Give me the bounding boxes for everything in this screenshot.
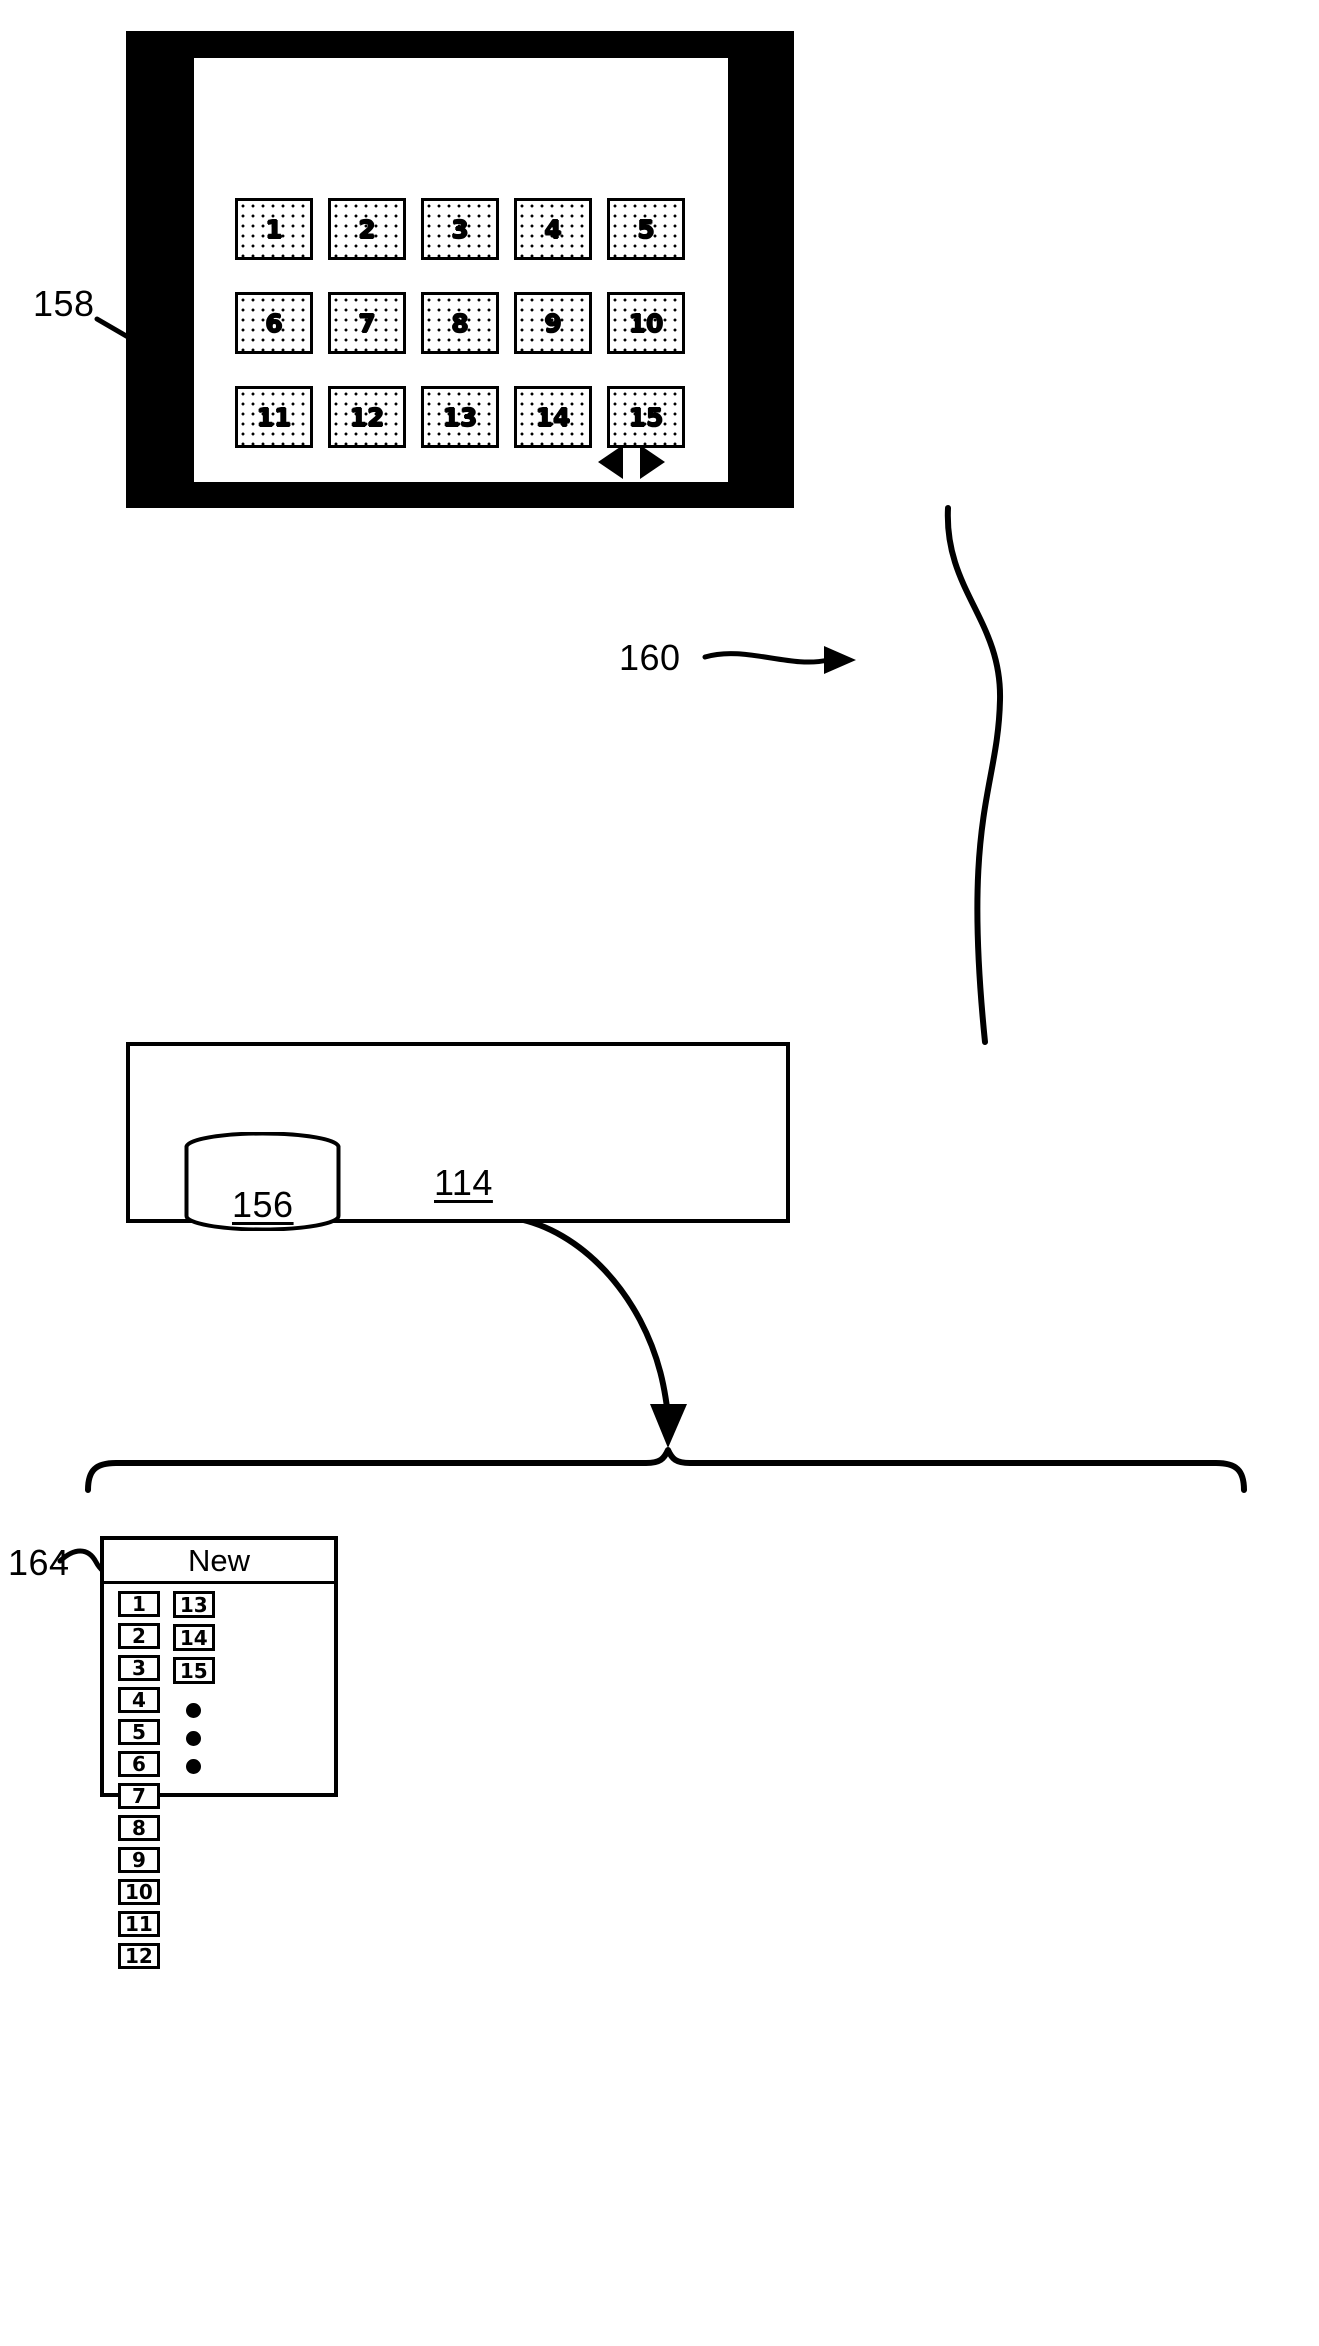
list-item[interactable]: 9 [118, 1847, 160, 1873]
tile[interactable]: 7 [328, 292, 406, 354]
triangle-right-icon[interactable] [640, 445, 665, 479]
list-item-label: 3 [131, 1656, 146, 1680]
list-item-label: 4 [131, 1688, 146, 1712]
grouping-brace [85, 1447, 1247, 1493]
panel-title: New [187, 1543, 250, 1578]
list-item[interactable]: 7 [118, 1783, 160, 1809]
tile-label: 9 [544, 308, 562, 338]
tile[interactable]: 13 [421, 386, 499, 448]
ellipsis-dot [186, 1703, 202, 1718]
ref-label-156: 156 [232, 1184, 294, 1225]
tile-label: 5 [637, 214, 655, 244]
tile-label: 4 [544, 214, 562, 244]
device-server-cable [944, 505, 1004, 1045]
tile-label: 14 [535, 402, 571, 432]
tile[interactable]: 3 [421, 198, 499, 260]
list-item[interactable]: 5 [118, 1719, 160, 1745]
list-item[interactable]: 1 [118, 1591, 160, 1617]
list-item[interactable]: 11 [118, 1911, 160, 1937]
tile-label: 8 [451, 308, 469, 338]
list-item-label: 6 [131, 1752, 146, 1776]
list-item[interactable]: 3 [118, 1655, 160, 1681]
panel-header: New [104, 1540, 334, 1584]
list-item-label: 1 [131, 1592, 146, 1616]
tile[interactable]: 11 [235, 386, 313, 448]
list-column-right: 13 14 15 [172, 1591, 215, 1793]
ref-label-114: 114 [434, 1162, 493, 1203]
list-item-label: 13 [179, 1592, 208, 1617]
new-items-panel: New 1 2 3 4 5 6 7 8 9 10 11 12 13 14 15 [100, 1536, 338, 1969]
list-item-label: 15 [179, 1658, 208, 1683]
tile[interactable]: 14 [514, 386, 592, 448]
tile-label: 15 [628, 402, 664, 432]
tile[interactable]: 2 [328, 198, 406, 260]
tile[interactable]: 4 [514, 198, 592, 260]
tile-label: 7 [358, 308, 376, 338]
list-item[interactable]: 8 [118, 1815, 160, 1841]
list-item[interactable]: 4 [118, 1687, 160, 1713]
tile[interactable]: 12 [328, 386, 406, 448]
tile-label: 10 [628, 308, 664, 338]
list-item[interactable]: 15 [172, 1657, 215, 1684]
database-to-list-arrowhead [650, 1404, 687, 1448]
list-item[interactable]: 13 [172, 1591, 215, 1618]
tile-label: 11 [256, 402, 292, 432]
list-item-label: 11 [125, 1912, 153, 1936]
tile-label: 12 [349, 402, 385, 432]
tile-grid: 1 2 3 4 5 6 7 8 9 10 11 12 13 14 15 [235, 198, 687, 448]
display-screen: 1 2 3 4 5 6 7 8 9 10 11 12 13 14 15 [194, 58, 728, 482]
tile-label: 13 [442, 402, 478, 432]
list-item[interactable]: 12 [118, 1943, 160, 1969]
tile-label: 6 [265, 308, 283, 338]
list-item-label: 2 [131, 1624, 146, 1648]
tile-label: 3 [451, 214, 469, 244]
tile[interactable]: 10 [607, 292, 685, 354]
list-item-label: 12 [125, 1944, 153, 1968]
triangle-left-icon[interactable] [598, 445, 623, 479]
tile-label: 1 [265, 214, 283, 244]
tile-label: 2 [358, 214, 376, 244]
vertical-ellipsis-icon [173, 1703, 215, 1774]
ellipsis-dot [186, 1759, 202, 1774]
panel-body: 1 2 3 4 5 6 7 8 9 10 11 12 13 14 15 [104, 1584, 334, 1969]
list-item[interactable]: 2 [118, 1623, 160, 1649]
ref-label-158: 158 [33, 283, 95, 324]
list-item-label: 5 [131, 1720, 146, 1744]
ref-label-160: 160 [619, 637, 681, 678]
tile[interactable]: 15 [607, 386, 685, 448]
pagination-controls [598, 445, 665, 479]
leader-arrowhead-160 [824, 646, 856, 674]
ellipsis-dot [186, 1731, 202, 1746]
tile[interactable]: 6 [235, 292, 313, 354]
list-item-label: 9 [131, 1848, 146, 1872]
database-to-list-arrow [466, 1213, 671, 1418]
tile[interactable]: 9 [514, 292, 592, 354]
list-item[interactable]: 6 [118, 1751, 160, 1777]
leader-arrow-160 [702, 651, 831, 665]
list-column-left: 1 2 3 4 5 6 7 8 9 10 11 12 [118, 1591, 160, 1969]
list-item[interactable]: 10 [118, 1879, 160, 1905]
list-item-label: 7 [131, 1784, 146, 1808]
tile[interactable]: 1 [235, 198, 313, 260]
list-item-label: 10 [125, 1880, 153, 1904]
tile[interactable]: 8 [421, 292, 499, 354]
tile[interactable]: 5 [607, 198, 685, 260]
list-item-label: 14 [179, 1625, 208, 1650]
list-item-label: 8 [131, 1816, 146, 1840]
display-device-bezel: 1 2 3 4 5 6 7 8 9 10 11 12 13 14 15 [126, 31, 794, 508]
list-item[interactable]: 14 [172, 1624, 215, 1651]
patent-figure: 158 1 2 3 4 5 6 7 8 9 10 11 12 13 14 15 [0, 0, 1319, 2346]
ref-label-164: 164 [8, 1542, 70, 1583]
